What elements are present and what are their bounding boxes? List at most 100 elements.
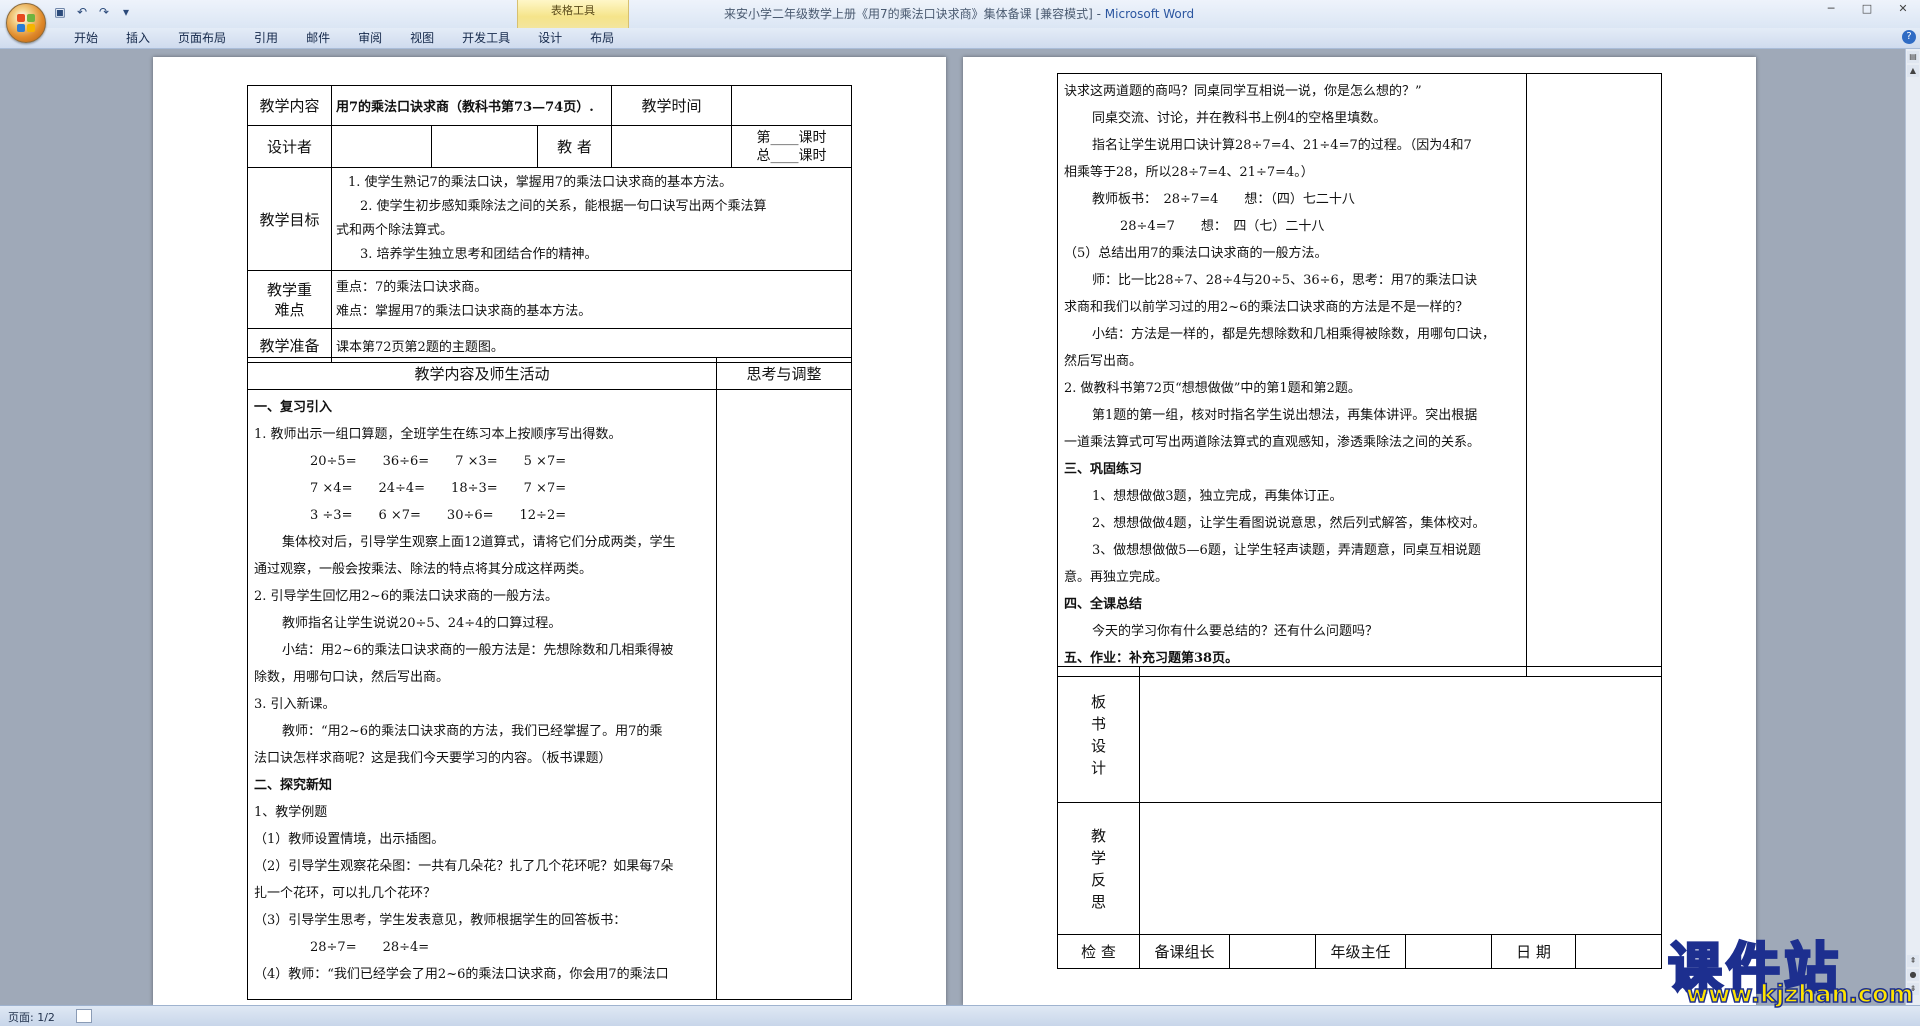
label-grade-head: 年级主任 [1315,934,1406,969]
body-line: 1、想想做做3题，独立完成，再集体订正。 [1092,489,1343,504]
designer-value-2[interactable] [431,125,538,168]
office-button[interactable] [6,3,46,43]
body-line: 3 ÷3= 6 ×7= 30÷6= 12÷2= [310,508,567,523]
ribbon-tab-8[interactable]: 设计 [524,30,576,46]
class-hours[interactable]: 第____课时 总____课时 [731,125,853,168]
designer-value[interactable] [331,125,432,168]
office-logo-icon [17,14,35,32]
teaching-goals[interactable]: 1. 使学生熟记7的乘法口诀，掌握用7的乘法口诀求商的基本方法。 2. 使学生初… [330,167,853,271]
body-line: 一、复习引入 [254,400,333,415]
body-line: 28÷4=7 想： 四（七）二十八 [1120,219,1325,234]
body-line: 三、巩固练习 [1064,462,1143,477]
teacher-value[interactable] [610,125,733,168]
ribbon: 开始 插入 页面布局 引用 邮件 审阅 视图 开发工具 设计 布局 ? [0,28,1920,49]
page-1: 教学内容 用7的乘法口诀求商（教科书第73—74页）. 教学时间 设计者 教 者… [153,57,946,1005]
reflection-cell[interactable] [716,389,852,1000]
label-lesson-group-leader: 备课组长 [1139,934,1230,969]
label-char: 书 [1090,714,1106,733]
body-line: 7 ×4= 24÷4= 18÷3= 7 ×7= [310,481,567,496]
ribbon-tab-0[interactable]: 开始 [60,30,112,46]
body-line: 3. 引入新课。 [254,697,336,712]
body-line: 2. 做教科书第72页“想想做做”中的第1题和第2题。 [1064,381,1361,396]
undo-icon[interactable]: ↶ [74,4,90,20]
grade-head-value[interactable] [1405,934,1492,969]
window-title: 来安小学二年级数学上册《用7的乘法口诀求商》集体备课 [兼容模式] - Micr… [724,7,1195,21]
ribbon-tab-4[interactable]: 邮件 [292,30,344,46]
body-line: 2、想想做做4题，让学生看图说说意思，然后列式解答，集体校对。 [1092,516,1486,531]
body-line: 教师：“用2~6的乘法口诀求商的方法，我们已经掌握了。用7的乘 [282,724,663,739]
teaching-time-value[interactable] [731,85,853,126]
maximize-icon[interactable]: □ [1856,2,1878,16]
activities-body[interactable]: 一、复习引入 1. 教师出示一组口算题，全班学生在练习本上按顺序写出得数。 20÷5… [247,389,717,1000]
body-line: 2. 引导学生回忆用2~6的乘法口诀求商的一般方法。 [254,589,558,604]
save-icon[interactable]: ▣ [52,4,68,20]
body-line: 相乘等于28，所以28÷7=4、21÷7=4。） [1064,165,1314,180]
body-line: 1. 教师出示一组口算题，全班学生在练习本上按顺序写出得数。 [254,427,622,442]
label-char: 板 [1090,692,1106,711]
lesson-plan-table-3: 诀求这两道题的商吗？同桌同学互相说一说，你是怎么想的？” 同桌交流、讨论，并在教科… [1057,73,1662,677]
status-bar: 页面: 1/2 [0,1005,1920,1026]
ribbon-tab-3[interactable]: 引用 [240,30,292,46]
body-line: （2）引导学生观察花朵图：一共有几朵花？扎了几个花环呢？如果每7朵 [254,859,674,874]
body-line: （1）教师设置情境，出示插图。 [254,832,445,847]
minimize-icon[interactable]: ─ [1820,2,1842,16]
ribbon-tab-7[interactable]: 开发工具 [448,30,524,46]
body-line: 通过观察，一般会按乘法、除法的特点将其分成这样两类。 [254,562,593,577]
label-designer: 设计者 [247,125,332,168]
ribbon-tab-1[interactable]: 插入 [112,30,164,46]
body-line: 诀求这两道题的商吗？同桌同学互相说一说，你是怎么想的？” [1064,84,1422,99]
proofing-icon[interactable] [76,1009,92,1023]
ribbon-tab-9[interactable]: 布局 [576,30,628,46]
scroll-up-icon[interactable]: ▲ [1907,65,1919,77]
ribbon-tabs: 开始 插入 页面布局 引用 邮件 审阅 视图 开发工具 设计 布局 [60,30,628,46]
header-reflection: 思考与调整 [716,357,852,390]
body-line: 28÷7= 28÷4= [310,940,430,955]
close-icon[interactable]: ✕ [1892,2,1914,16]
ribbon-tab-2[interactable]: 页面布局 [164,30,240,46]
body-line: 除数，用哪句口诀，然后写出商。 [254,670,450,685]
lesson-plan-table-2: 教学内容及师生活动 思考与调整 一、复习引入 1. 教师出示一组口算题，全班学生在… [247,357,852,1000]
activities-body-continued[interactable]: 诀求这两道题的商吗？同桌同学互相说一说，你是怎么想的？” 同桌交流、讨论，并在教科… [1057,73,1527,677]
label-char: 学 [1090,848,1106,867]
ruler-toggle-icon[interactable]: ▤ [1907,51,1919,63]
redo-icon[interactable]: ↷ [96,4,112,20]
body-line: 四、全课总结 [1064,597,1143,612]
label-char: 设 [1090,736,1106,755]
label-teaching-goals: 教学目标 [247,167,332,271]
body-line: 然后写出商。 [1064,354,1143,369]
body-line: 师：比一比28÷7、28÷4与20÷5、36÷6，思考：用7的乘法口诀 [1092,273,1478,288]
page-indicator[interactable]: 页面: 1/2 [8,1009,55,1025]
body-line: 教师板书： 28÷7=4 想：（四）七二十八 [1092,192,1355,207]
body-line: 意。再独立完成。 [1064,570,1169,585]
label-teaching-content: 教学内容 [247,85,332,126]
date-value[interactable] [1575,934,1662,969]
header-activities: 教学内容及师生活动 [247,357,717,390]
key-difficulty-value[interactable]: 重点：7的乘法口诀求商。 难点：掌握用7的乘法口诀求商的基本方法。 [330,270,853,329]
label-key-difficulty: 教学重 难点 [247,270,332,329]
ribbon-tab-5[interactable]: 审阅 [344,30,396,46]
ribbon-tab-6[interactable]: 视图 [396,30,448,46]
customize-toolbar-icon[interactable]: ▾ [118,4,134,20]
body-line: 第1题的第一组，核对时指名学生说出想法，再集体讲评。突出根据 [1092,408,1478,423]
board-design-value[interactable] [1139,666,1662,803]
label-date: 日 期 [1491,934,1576,969]
lesson-plan-table-1: 教学内容 用7的乘法口诀求商（教科书第73—74页）. 教学时间 设计者 教 者… [247,85,853,363]
body-line: 法口诀怎样求商呢？这是我们今天要学习的内容。（板书课题） [254,751,612,766]
reflection-cell-continued[interactable] [1526,73,1662,677]
body-line: 指名让学生说用口诀计算28÷7=4、21÷4=7的过程。（因为4和7 [1092,138,1472,153]
teaching-content-value[interactable]: 用7的乘法口诀求商（教科书第73—74页）. [331,85,612,126]
teaching-reflection-value[interactable] [1139,802,1662,935]
body-line: 教师指名让学生说说20÷5、24÷4的口算过程。 [282,616,562,631]
label-teacher: 教 者 [537,125,612,168]
body-line: 1、教学例题 [254,805,328,820]
body-line: 扎一个花环，可以扎几个花环？ [254,886,437,901]
window-controls: ─ □ ✕ [1820,2,1914,16]
vertical-scrollbar[interactable]: ▤ ▲ ⇞ ● ⇟ [1905,49,1920,1005]
page-2: 诀求这两道题的商吗？同桌同学互相说一说，你是怎么想的？” 同桌交流、讨论，并在教科… [963,57,1756,1005]
lesson-group-leader-value[interactable] [1229,934,1316,969]
help-icon[interactable]: ? [1902,30,1916,44]
label-char: 教 [1090,826,1106,845]
body-line: 小结：用2~6的乘法口诀求商的一般方法是：先想除数和几相乘得被 [282,643,674,658]
body-line: 二、探究新知 [254,778,333,793]
body-line: 20÷5= 36÷6= 7 ×3= 5 ×7= [310,454,567,469]
